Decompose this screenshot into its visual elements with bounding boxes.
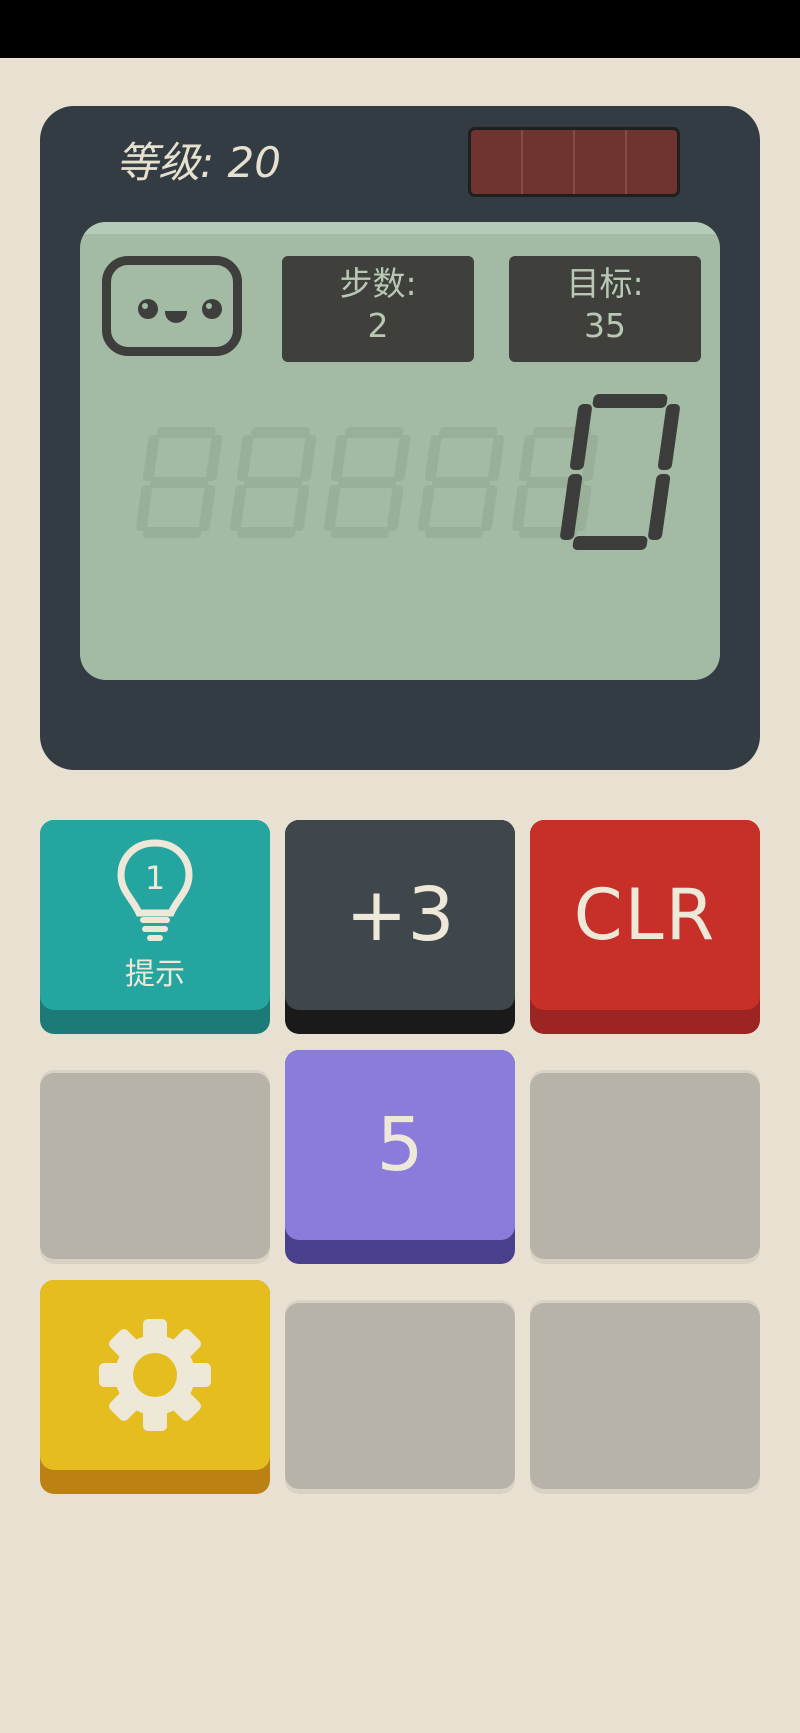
clear-button[interactable]: CLR — [530, 820, 760, 1034]
empty-key — [530, 1070, 760, 1264]
settings-button[interactable] — [40, 1280, 270, 1494]
empty-key — [530, 1300, 760, 1494]
level-label: 等级: 20 — [116, 138, 281, 187]
seven-segment-display — [135, 394, 680, 550]
empty-key — [40, 1070, 270, 1264]
calculator-device: 等级: 20 步数: 2 目标: 35 — [40, 106, 760, 770]
plus-three-label: +3 — [345, 872, 455, 958]
five-button[interactable]: 5 — [285, 1050, 515, 1264]
plus-three-button[interactable]: +3 — [285, 820, 515, 1034]
five-label: 5 — [376, 1102, 424, 1188]
empty-key — [285, 1300, 515, 1494]
gear-icon — [99, 1319, 211, 1431]
lightbulb-icon: 1 — [117, 839, 193, 941]
lcd-screen: 步数: 2 目标: 35 — [80, 222, 720, 680]
hint-count: 1 — [145, 859, 165, 897]
status-bar — [0, 0, 800, 58]
hint-label: 提示 — [125, 957, 185, 992]
solar-panel — [468, 127, 680, 197]
hint-button[interactable]: 1 提示 — [40, 820, 270, 1034]
clear-label: CLR — [573, 874, 717, 956]
